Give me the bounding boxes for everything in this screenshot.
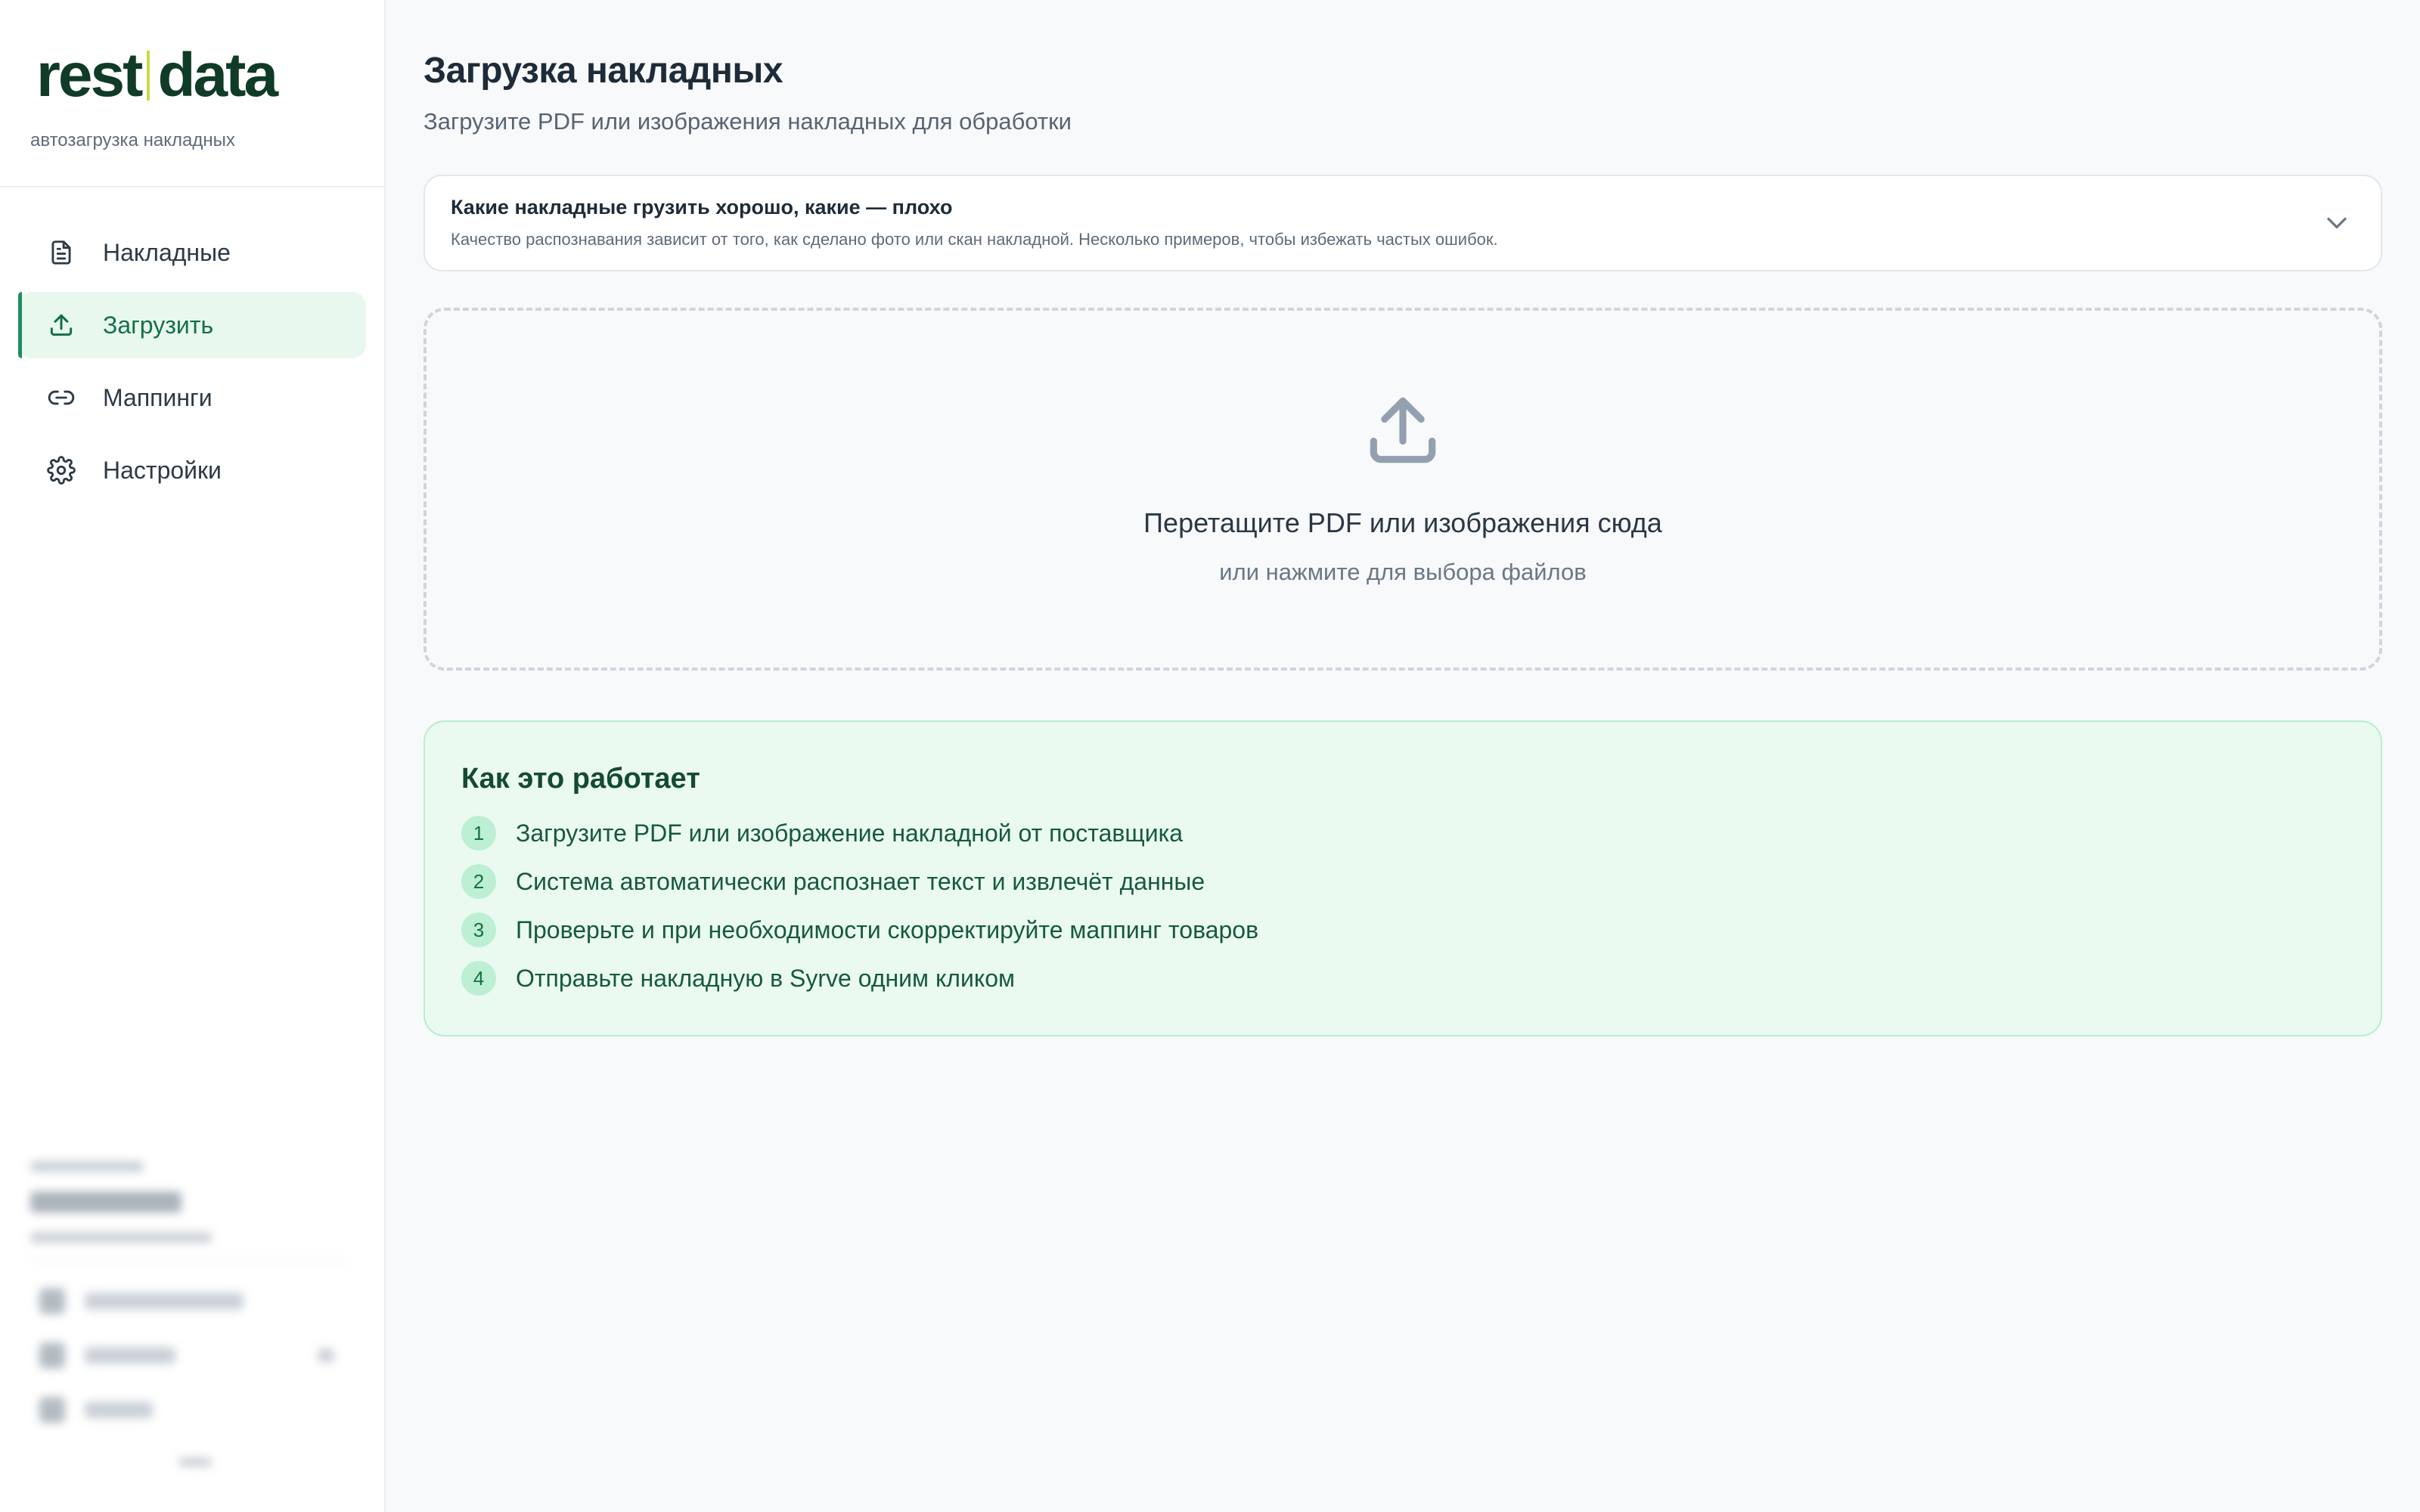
step-number-badge: 2 (461, 864, 496, 899)
sidebar: rest data автозагрузка накладных Накладн… (0, 0, 386, 1512)
sidebar-item-label: Накладные (103, 238, 231, 266)
upload-icon (45, 309, 77, 341)
main-content: Загрузка накладных Загрузите PDF или изо… (386, 0, 2420, 1512)
logo-divider (147, 51, 150, 101)
upload-icon (1359, 386, 1447, 474)
brand-subtitle: автозагрузка накладных (30, 130, 235, 150)
page-subtitle: Загрузите PDF или изображения накладных … (424, 108, 1072, 135)
how-it-works-steps: 1 Загрузите PDF или изображение накладно… (461, 809, 2344, 1002)
logo[interactable]: rest data (36, 41, 354, 110)
step-text: Проверьте и при необходимости скорректир… (516, 916, 1259, 943)
dropzone-subtitle: или нажмите для выбора файлов (1219, 559, 1587, 585)
chevron-down-icon[interactable] (2320, 206, 2353, 240)
blurred-user-panel (30, 1157, 354, 1489)
how-it-works-panel: Как это работает 1 Загрузите PDF или изо… (424, 720, 2382, 1036)
step-item: 2 Система автоматически распознает текст… (461, 857, 2344, 906)
step-text: Отправьте накладную в Syrve одним кликом (516, 964, 1015, 992)
sidebar-item-upload[interactable]: Загрузить (18, 292, 366, 358)
link-icon (45, 382, 77, 414)
how-it-works-title: Как это работает (461, 763, 700, 795)
file-dropzone[interactable]: Перетащите PDF или изображения сюда или … (424, 308, 2382, 671)
tips-title: Какие накладные грузить хорошо, какие — … (451, 196, 953, 218)
step-item: 4 Отправьте накладную в Syrve одним клик… (461, 954, 2344, 1002)
sidebar-item-mappings[interactable]: Маппинги (18, 364, 366, 431)
step-text: Загрузите PDF или изображение накладной … (516, 819, 1184, 847)
step-number-badge: 4 (461, 961, 496, 996)
document-icon (45, 237, 77, 268)
step-item: 3 Проверьте и при необходимости скоррект… (461, 906, 2344, 954)
step-number-badge: 3 (461, 912, 496, 947)
sidebar-item-settings[interactable]: Настройки (18, 437, 366, 503)
dropzone-title: Перетащите PDF или изображения сюда (1143, 507, 1662, 538)
brand: rest data автозагрузка накладных (0, 0, 384, 187)
tips-description: Качество распознавания зависит от того, … (451, 230, 1498, 249)
gear-icon (45, 454, 77, 486)
sidebar-item-invoices[interactable]: Накладные (18, 219, 366, 286)
app-root: rest data автозагрузка накладных Накладн… (0, 0, 2420, 1512)
step-text: Система автоматически распознает текст и… (516, 867, 1205, 895)
tips-accordion[interactable]: Какие накладные грузить хорошо, какие — … (424, 175, 2382, 271)
logo-text-data: data (157, 41, 278, 110)
sidebar-nav: Накладные Загрузить Маппинги Настройки (0, 187, 384, 503)
sidebar-item-label: Загрузить (103, 311, 214, 339)
step-number-badge: 1 (461, 816, 496, 850)
sidebar-item-label: Маппинги (103, 383, 213, 411)
page-title: Загрузка накладных (424, 51, 783, 91)
step-item: 1 Загрузите PDF или изображение накладно… (461, 809, 2344, 857)
sidebar-item-label: Настройки (103, 456, 222, 484)
logo-text-rest: rest (36, 41, 143, 110)
